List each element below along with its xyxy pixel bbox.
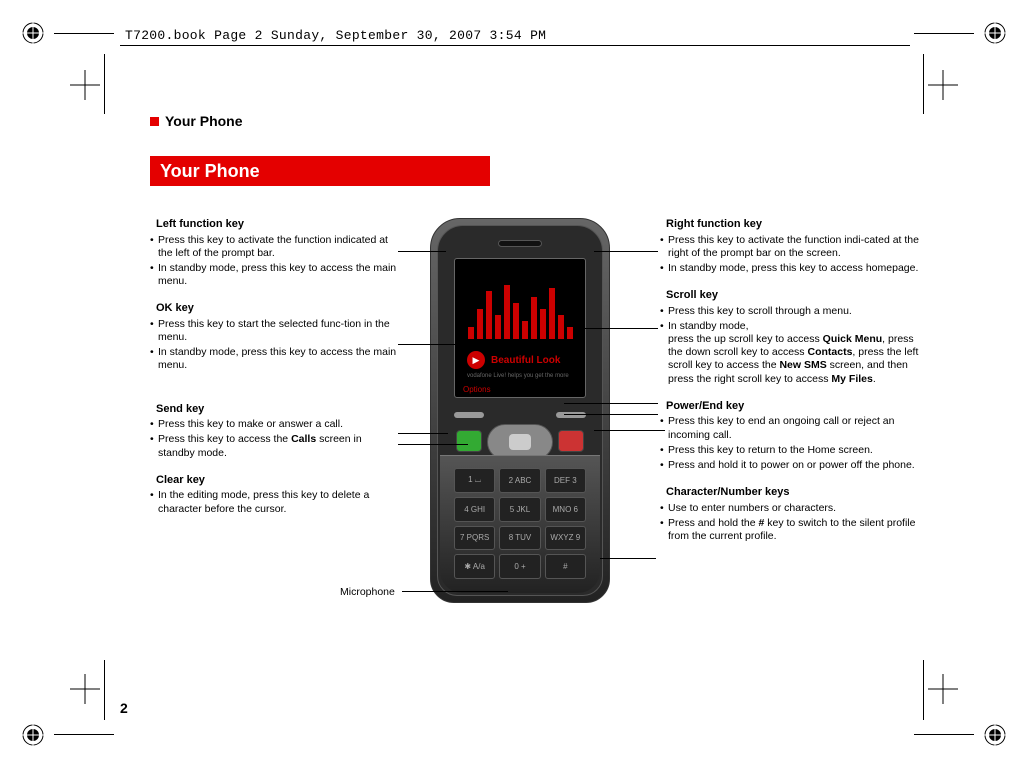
bullet-text: Press this key to end an ongoing call or… [668,415,920,441]
content-area: Left function key •Press this key to act… [150,218,910,618]
phone-screen: ▶ Beautiful Look vodafone Live! helps you… [454,258,586,398]
section-label: Your Phone [150,113,243,129]
bullet-text: Press this key to scroll through a menu. [668,305,920,318]
corner-mark-icon [70,70,100,100]
page-header: T7200.book Page 2 Sunday, September 30, … [125,28,546,43]
key: 7 PQRS [454,526,495,551]
crop-mark [914,734,974,735]
screen-left-soft: Options [463,385,491,394]
char-number-keys-section: Character/Number keys •Use to enter numb… [660,486,920,543]
heading: OK key [150,302,400,316]
reg-mark-icon [984,22,1006,44]
microphone-label: Microphone [340,586,395,598]
power-end-key-section: Power/End key •Press this key to end an … [660,400,920,472]
bullet-text: Press this key to access the Calls scree… [158,433,400,459]
left-function-key-section: Left function key •Press this key to act… [150,218,400,288]
section-label-text: Your Phone [165,113,243,129]
heading: Scroll key [660,289,920,303]
bullet-text: Press this key to return to the Home scr… [668,444,920,457]
heading: Right function key [660,218,920,232]
play-icon: ▶ [467,351,485,369]
bullet-text: In standby mode, press this key to acces… [158,262,400,288]
square-bullet-icon [150,117,159,126]
corner-mark-icon [928,674,958,704]
key: 5 JKL [499,497,540,522]
key: 0 + [499,554,540,579]
right-function-key-section: Right function key •Press this key to ac… [660,218,920,275]
left-column: Left function key •Press this key to act… [150,218,400,530]
bullet-text: In the editing mode, press this key to d… [158,489,400,515]
scroll-key-section: Scroll key •Press this key to scroll thr… [660,289,920,386]
key: # [545,554,586,579]
speaker-icon [498,240,542,247]
key: DEF 3 [545,468,586,493]
right-column: Right function key •Press this key to ac… [660,218,920,557]
corner-mark-icon [928,70,958,100]
crop-mark [54,734,114,735]
reg-mark-icon [22,22,44,44]
bullet-text: In standby mode, press this key to acces… [158,346,400,372]
send-key-icon [456,430,482,452]
key: 1 ⌴ [454,468,495,493]
key: WXYZ 9 [545,526,586,551]
softkey-row [454,406,586,424]
ok-button-icon [509,434,531,450]
bullet-text: Press this key to activate the function … [668,234,920,260]
bullet-text: Press and hold it to power on or power o… [668,459,920,472]
bullet-text: Press and hold the # key to switch to th… [668,517,920,543]
screen-title: Beautiful Look [491,355,560,366]
clear-key-section: Clear key •In the editing mode, press th… [150,474,400,516]
keypad-slide: 1 ⌴ 2 ABC DEF 3 4 GHI 5 JKL MNO 6 7 PQRS… [440,455,600,593]
end-key-icon [558,430,584,452]
bullet-text: Use to enter numbers or characters. [668,502,920,515]
heading: Power/End key [660,400,920,414]
phone-illustration: ▶ Beautiful Look vodafone Live! helps you… [430,218,610,603]
key: 2 ABC [499,468,540,493]
reg-mark-icon [22,724,44,746]
equalizer-icon [467,279,573,339]
bullet-text: In standby mode, press this key to acces… [668,262,920,275]
heading: Send key [150,403,400,417]
crop-mark [104,54,105,114]
heading: Clear key [150,474,400,488]
crop-mark [54,33,114,34]
bullet-text: Press this key to activate the function … [158,234,400,260]
key: MNO 6 [545,497,586,522]
send-key-section: Send key •Press this key to make or answ… [150,403,400,460]
reg-mark-icon [984,724,1006,746]
bullet-text: Press this key to start the selected fun… [158,318,400,344]
crop-mark [914,33,974,34]
crop-mark [104,660,105,720]
screen-subtitle: vodafone Live! helps you get the more [467,373,573,379]
corner-mark-icon [70,674,100,704]
heading: Left function key [150,218,400,232]
crop-mark [923,660,924,720]
key: 4 GHI [454,497,495,522]
bullet-text: Press this key to make or answer a call. [158,418,400,431]
keypad: 1 ⌴ 2 ABC DEF 3 4 GHI 5 JKL MNO 6 7 PQRS… [454,468,586,579]
heading: Character/Number keys [660,486,920,500]
ok-key-section: OK key •Press this key to start the sele… [150,302,400,372]
header-rule [120,45,910,46]
bullet-text: In standby mode,press the up scroll key … [668,320,920,386]
key: 8 TUV [499,526,540,551]
page-number: 2 [120,700,128,716]
title-bar: Your Phone [150,156,490,186]
key: ✱ A/a [454,554,495,579]
crop-mark [923,54,924,114]
